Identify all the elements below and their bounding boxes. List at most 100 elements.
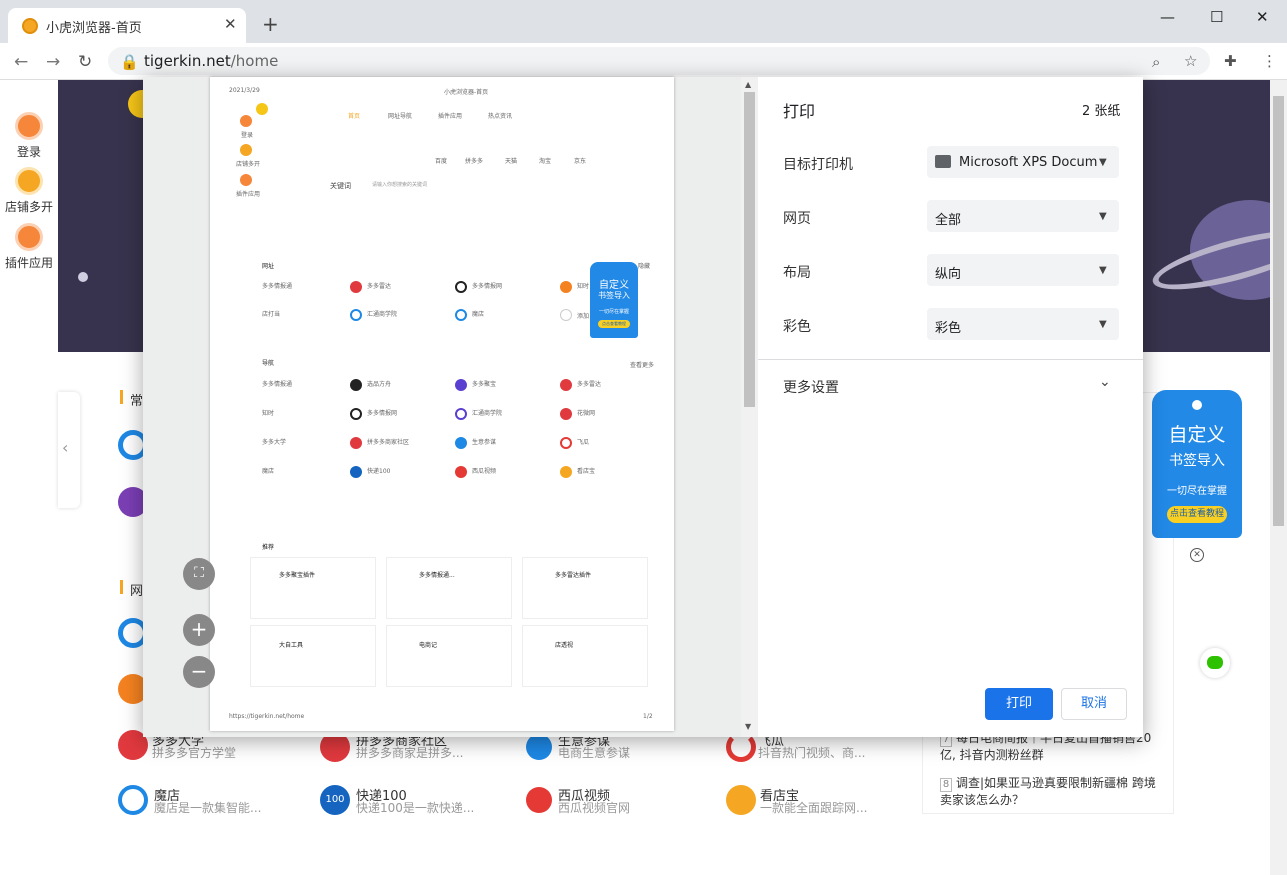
bookmark-desc: 魔店是一款集智能...: [154, 799, 261, 816]
printer-select[interactable]: Microsoft XPS Docum ▼: [927, 146, 1119, 178]
color-select[interactable]: 彩色 ▼: [927, 308, 1119, 340]
star-icon[interactable]: ☆: [1184, 52, 1197, 70]
forward-icon[interactable]: →: [46, 52, 60, 72]
close-tag-icon[interactable]: ✕: [1190, 548, 1204, 562]
print-button[interactable]: 打印: [985, 688, 1053, 720]
sidebar-item-plugins[interactable]: 插件应用: [0, 223, 58, 271]
preview-scroll-thumb[interactable]: [744, 92, 755, 407]
chevron-down-icon: ▼: [1099, 157, 1107, 168]
more-settings-row[interactable]: 更多设置 ⌄: [758, 360, 1143, 410]
color-label: 彩色: [783, 316, 811, 336]
zoom-icon[interactable]: ⌕: [1152, 53, 1160, 71]
user-icon: [15, 112, 43, 140]
scroll-up-icon[interactable]: ▲: [745, 80, 751, 89]
sidebar-item-login[interactable]: 登录: [0, 112, 58, 160]
zoom-out-button[interactable]: −: [183, 656, 215, 688]
preview-card-title: 大自工具: [279, 640, 303, 649]
preview-link: 飞瓜: [577, 437, 589, 446]
close-window-button[interactable]: ✕: [1256, 8, 1269, 26]
preview-card-title: 电商记: [419, 640, 437, 649]
preview-card-title: 多多情报通...: [419, 570, 455, 579]
back-icon[interactable]: ←: [14, 52, 28, 72]
printer-value: Microsoft XPS Docum: [959, 155, 1097, 170]
preview-site-icon: [455, 309, 467, 321]
preview-login-icon: [240, 115, 252, 127]
kuaidi100-icon: 100: [320, 785, 350, 815]
bookmark-desc: 西瓜视频官网: [558, 799, 630, 816]
preview-link: 魔店: [262, 466, 274, 475]
preview-site-icon: [560, 437, 572, 449]
url-host: tigerkin.net: [144, 52, 231, 70]
preview-link: 生意参谋: [472, 437, 496, 446]
preview-engine: 天猫: [505, 156, 517, 165]
extensions-icon[interactable]: ✚: [1224, 52, 1237, 70]
browser-tab[interactable]: 小虎浏览器-首页 ✕: [8, 8, 246, 43]
tag-title: 自定义: [1152, 420, 1242, 447]
news-item[interactable]: 8调查|如果亚马逊真要限制新疆棉 跨境卖家该怎么办？: [940, 775, 1165, 809]
tab-close-icon[interactable]: ✕: [224, 15, 237, 33]
preview-link: 多多雷达: [577, 379, 601, 388]
preview-nav-item: 热点资讯: [488, 111, 512, 120]
tag-subtitle: 书签导入: [1152, 450, 1242, 470]
section-marker: [120, 390, 123, 404]
cancel-button[interactable]: 取消: [1061, 688, 1127, 720]
preview-link: 花微网: [577, 408, 595, 417]
carousel-prev-button[interactable]: ‹: [58, 392, 80, 508]
preview-bookmark-tag: 自定义 书签导入 一切尽在掌握 点击查看教程: [590, 262, 638, 338]
preview-engine: 京东: [574, 156, 586, 165]
minimize-button[interactable]: —: [1160, 8, 1175, 26]
bookmark-desc: 拼多多商家是拼多...: [356, 744, 463, 761]
preview-link: 快递100: [367, 466, 390, 475]
preview-plugin-card: 店透视: [522, 625, 648, 687]
preview-side-label: 登录: [241, 130, 253, 139]
preview-site-icon: [350, 408, 362, 420]
preview-tag-slogan: 一切尽在掌握: [590, 308, 638, 315]
preview-title: 小虎浏览器-首页: [444, 87, 488, 96]
preview-site-icon: [350, 309, 362, 321]
preview-add-icon: [560, 309, 572, 321]
pages-value: 全部: [935, 209, 961, 228]
wechat-button[interactable]: [1200, 648, 1230, 678]
scroll-down-icon[interactable]: ▼: [745, 722, 751, 731]
preview-site-icon: [350, 379, 362, 391]
bookmark-import-tag[interactable]: 自定义 书签导入 一切尽在掌握 点击查看教程: [1152, 390, 1242, 538]
preview-plugin-icon: [240, 174, 252, 186]
maximize-button[interactable]: ☐: [1210, 8, 1223, 26]
star-dot-icon: [78, 272, 88, 282]
layout-select[interactable]: 纵向 ▼: [927, 254, 1119, 286]
pages-select[interactable]: 全部 ▼: [927, 200, 1119, 232]
section-title: 常: [130, 390, 143, 409]
fit-to-page-button[interactable]: ⛶: [183, 558, 215, 590]
new-tab-button[interactable]: +: [262, 14, 279, 34]
url-text[interactable]: tigerkin.net/home: [144, 52, 278, 70]
preview-plugin-card: 多多雷达插件: [522, 557, 648, 619]
preview-link: 知时: [577, 281, 589, 290]
kandianbao-icon: [726, 785, 756, 815]
pages-label: 网页: [783, 208, 811, 228]
preview-footer-url: https://tigerkin.net/home: [229, 713, 304, 720]
tag-slogan: 一切尽在掌握: [1152, 482, 1242, 497]
bookmark-desc: 抖音热门视频、商...: [758, 744, 865, 761]
play-icon: [526, 787, 552, 813]
menu-icon[interactable]: ⋮: [1262, 52, 1277, 70]
page-scroll-thumb[interactable]: [1273, 96, 1284, 526]
preview-engine: 淘宝: [539, 156, 551, 165]
preview-site-icon: [560, 466, 572, 478]
preview-plugin-card: 多多情报通...: [386, 557, 512, 619]
preview-link: 知时: [262, 408, 274, 417]
preview-site-icon: [455, 408, 467, 420]
reload-icon[interactable]: ↻: [78, 52, 92, 72]
left-sidebar: 登录 店铺多开 插件应用: [0, 80, 58, 875]
url-path: /home: [231, 52, 279, 70]
preview-link: 多多大学: [262, 437, 286, 446]
lock-icon[interactable]: 🔒: [120, 53, 139, 71]
zoom-in-button[interactable]: +: [183, 614, 215, 646]
preview-link: 汇通商学院: [367, 309, 397, 318]
preview-plugin-card: 电商记: [386, 625, 512, 687]
preview-link: 多多情报通: [262, 281, 292, 290]
sidebar-item-multi-store[interactable]: 店铺多开: [0, 167, 58, 215]
preview-site-icon: [350, 281, 362, 293]
preview-page: 2021/3/29 小虎浏览器-首页 登录 店铺多开 插件应用 首页 网址导航 …: [210, 77, 674, 731]
preview-tag-button: 点击查看教程: [598, 320, 630, 328]
tag-tutorial-button[interactable]: 点击查看教程: [1167, 506, 1227, 523]
